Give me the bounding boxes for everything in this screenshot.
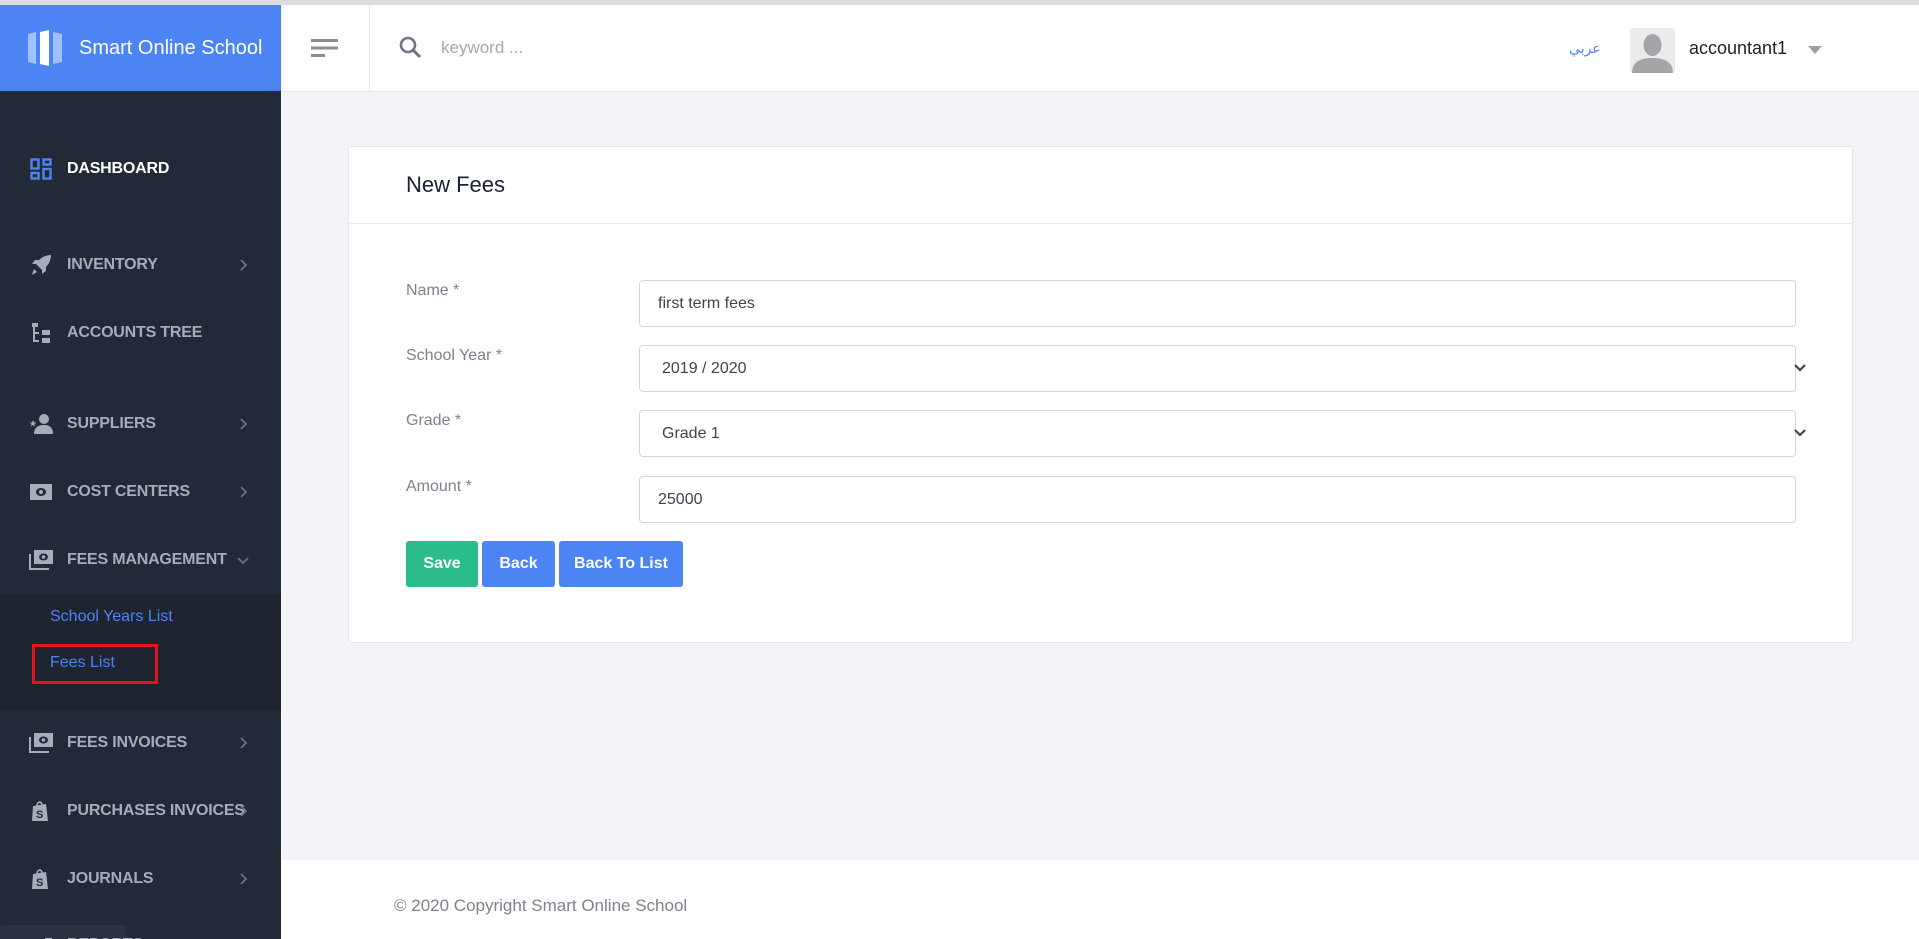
language-switch-link[interactable]: عربي (1569, 41, 1601, 57)
topbar: عربي accountant1 (281, 5, 1919, 92)
amount-label: Amount * (406, 478, 472, 495)
dashboard-icon (29, 157, 53, 181)
sidebar-item-suppliers[interactable]: SUPPLIERS (0, 404, 281, 444)
chevron-down-icon (237, 557, 249, 565)
name-label: Name * (406, 282, 460, 299)
money-icon (29, 480, 53, 504)
search-input[interactable] (441, 33, 741, 63)
copyright-text: © 2020 Copyright Smart Online School (394, 896, 688, 915)
sidebar-item-inventory[interactable]: INVENTORY (0, 245, 281, 285)
sidebar-item-fees-invoices[interactable]: FEES INVOICES (0, 723, 281, 763)
chart-line-icon (29, 933, 53, 939)
grade-label: Grade * (406, 412, 462, 429)
caret-down-icon[interactable] (1807, 45, 1823, 55)
grade-select[interactable]: Grade 1 (639, 410, 1796, 457)
back-button[interactable]: Back (482, 541, 555, 587)
back-to-list-button[interactable]: Back To List (559, 541, 683, 587)
school-year-select[interactable]: 2019 / 2020 (639, 345, 1796, 392)
user-name[interactable]: accountant1 (1689, 38, 1787, 59)
sidebar-item-accounts-tree[interactable]: ACCOUNTS TREE (0, 313, 281, 353)
sidebar-item-label: ACCOUNTS TREE (67, 324, 203, 341)
search-icon[interactable] (398, 35, 424, 61)
shopify-bag-icon: S (29, 867, 53, 891)
highlight-annotation (32, 644, 158, 684)
brand-name: Smart Online School (79, 36, 263, 59)
sidebar-item-label: FEES INVOICES (67, 734, 188, 751)
chevron-right-icon (240, 486, 248, 498)
sidebar-item-label: DASHBOARD (67, 160, 170, 177)
menu-toggle-button[interactable] (281, 5, 370, 91)
form-row-amount: Amount * (406, 476, 1796, 524)
money-stack-icon (29, 548, 53, 572)
money-stack-icon (29, 731, 53, 755)
svg-text:S: S (36, 877, 43, 889)
rocket-icon (29, 253, 53, 277)
sidebar-item-label: JOURNALS (67, 870, 154, 887)
logo-icon (28, 30, 62, 66)
sidebar: Smart Online School DASHBOARD INVENTORY (0, 5, 281, 939)
chevron-right-icon (240, 805, 248, 817)
sidebar-item-label: INVENTORY (67, 256, 158, 273)
new-fees-card: New Fees Name * School Year * 2019 / 202… (348, 146, 1853, 643)
sidebar-item-reports[interactable]: REPORTS (0, 925, 281, 939)
avatar[interactable] (1630, 28, 1675, 73)
name-input[interactable] (639, 280, 1796, 327)
form-actions: Save Back Back To List (406, 541, 687, 587)
chevron-right-icon (240, 737, 248, 749)
sidebar-item-purchases-invoices[interactable]: S PURCHASES INVOICES (0, 791, 281, 831)
submenu-item-school-years-list[interactable]: School Years List (50, 608, 173, 626)
amount-input[interactable] (639, 476, 1796, 523)
sidebar-item-fees-management[interactable]: FEES MANAGEMENT (0, 540, 281, 580)
chevron-right-icon (240, 873, 248, 885)
shopify-bag-icon: S (29, 799, 53, 823)
card-header: New Fees (349, 147, 1852, 224)
chevron-right-icon (240, 259, 248, 271)
form-row-grade: Grade * Grade 1 (406, 410, 1806, 458)
form-row-school-year: School Year * 2019 / 2020 (406, 345, 1806, 393)
footer: © 2020 Copyright Smart Online School (281, 860, 1919, 939)
svg-text:S: S (36, 809, 43, 821)
sidebar-item-label: SUPPLIERS (67, 415, 156, 432)
page-title: New Fees (406, 172, 506, 197)
form-row-name: Name * (406, 280, 1796, 328)
chevron-right-icon (240, 418, 248, 430)
sidebar-item-cost-centers[interactable]: COST CENTERS (0, 472, 281, 512)
user-star-icon (29, 412, 53, 436)
sidebar-item-journals[interactable]: S JOURNALS (0, 859, 281, 899)
sidebar-item-dashboard[interactable]: DASHBOARD (0, 149, 281, 189)
brand[interactable]: Smart Online School (0, 5, 281, 91)
user-silhouette-icon (1632, 34, 1673, 73)
sidebar-item-label: PURCHASES INVOICES (67, 802, 245, 819)
tree-icon (29, 321, 53, 345)
hamburger-icon (311, 39, 338, 57)
sidebar-item-label: COST CENTERS (67, 483, 190, 500)
save-button[interactable]: Save (406, 541, 478, 587)
sidebar-item-label: FEES MANAGEMENT (67, 551, 227, 568)
school-year-label: School Year * (406, 347, 503, 364)
